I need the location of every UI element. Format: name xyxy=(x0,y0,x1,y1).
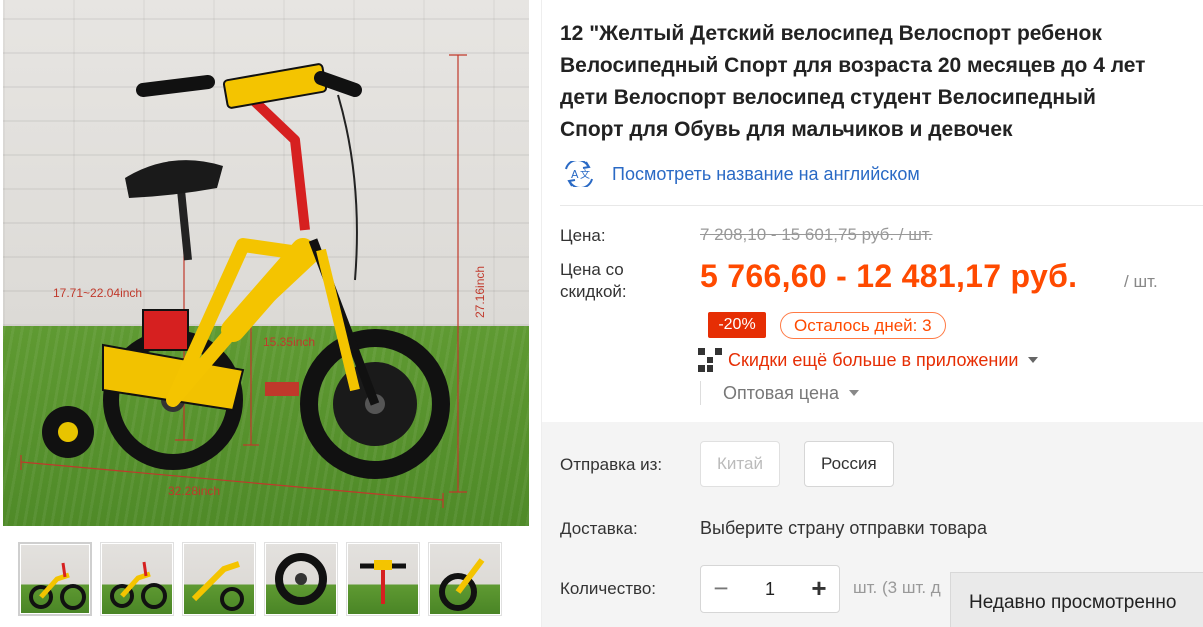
chevron-down-icon xyxy=(849,390,859,396)
wholesale-price-dropdown[interactable]: Оптовая цена xyxy=(700,381,859,405)
ship-from-option-china[interactable]: Китай xyxy=(700,441,780,487)
price-label: Цена: xyxy=(560,226,606,245)
price-unit: / шт. xyxy=(1124,272,1158,291)
thumbnail-strip xyxy=(18,542,502,616)
original-price: 7 208,10 - 15 601,75 руб. / шт. xyxy=(700,225,933,244)
wholesale-price-text: Оптовая цена xyxy=(723,382,839,403)
quantity-increase-button[interactable]: + xyxy=(799,566,839,612)
days-left-badge: Осталось дней: 3 xyxy=(780,312,946,339)
product-info-panel: 12 "Желтый Детский велосипед Велоспорт р… xyxy=(541,0,1203,627)
discounted-price: 5 766,60 - 12 481,17 руб. xyxy=(700,258,1078,294)
quantity-label: Количество: xyxy=(560,579,657,598)
thumbnail-3[interactable] xyxy=(182,542,256,616)
thumbnail-4[interactable] xyxy=(264,542,338,616)
svg-text:文: 文 xyxy=(580,168,590,181)
qr-code-icon xyxy=(698,348,722,372)
translate-link-text[interactable]: Посмотреть название на английском xyxy=(612,164,920,185)
quantity-decrease-button[interactable]: − xyxy=(701,566,741,612)
thumbnail-6[interactable] xyxy=(428,542,502,616)
app-discount-promo[interactable]: Скидки ещё больше в приложении xyxy=(698,348,1039,372)
delivery-info: Выберите страну отправки товара xyxy=(700,518,987,538)
thumbnail-1[interactable] xyxy=(18,542,92,616)
translate-title-link[interactable]: A 文 Посмотреть название на английском xyxy=(560,159,920,189)
product-title-line: Спорт для Обувь для мальчиков и девочек xyxy=(560,118,1013,141)
ship-from-label: Отправка из: xyxy=(560,455,663,474)
product-title: 12 "Желтый Детский велосипед Велоспорт р… xyxy=(560,18,1203,146)
delivery-label: Доставка: xyxy=(560,519,638,538)
product-gallery: 17.71~22.04inch 15.35inch 27.16inch 32.2… xyxy=(0,0,540,627)
translate-icon: A 文 xyxy=(560,159,598,189)
discount-badge: -20% xyxy=(708,312,766,338)
recently-viewed-tab[interactable]: Недавно просмотренно xyxy=(950,572,1203,627)
total-height-label: 27.16inch xyxy=(473,265,487,318)
main-product-image[interactable]: 17.71~22.04inch 15.35inch 27.16inch 32.2… xyxy=(3,0,529,526)
ship-from-option-russia[interactable]: Россия xyxy=(804,441,894,487)
product-title-line: Велосипедный Спорт для возраста 20 месяц… xyxy=(560,54,1146,77)
seat-height-label: 15.35inch xyxy=(263,335,316,349)
app-promo-text: Скидки ещё больше в приложении xyxy=(728,349,1019,370)
handle-height-label: 17.71~22.04inch xyxy=(53,286,143,300)
length-label: 32.28inch xyxy=(168,484,221,498)
divider xyxy=(560,205,1203,206)
chevron-down-icon xyxy=(1028,357,1039,363)
quantity-stepper: − 1 + xyxy=(700,565,840,613)
quantity-input[interactable]: 1 xyxy=(741,566,799,612)
quantity-availability: шт. (3 шт. д xyxy=(853,578,941,597)
discount-price-label: Цена со скидкой: xyxy=(560,260,627,301)
product-title-line: 12 "Желтый Детский велосипед Велоспорт р… xyxy=(560,22,1102,45)
product-title-line: дети Велоспорт велосипед студент Велосип… xyxy=(560,86,1096,109)
thumbnail-5[interactable] xyxy=(346,542,420,616)
thumbnail-2[interactable] xyxy=(100,542,174,616)
svg-text:A: A xyxy=(571,168,579,181)
bike-illustration xyxy=(20,54,467,508)
